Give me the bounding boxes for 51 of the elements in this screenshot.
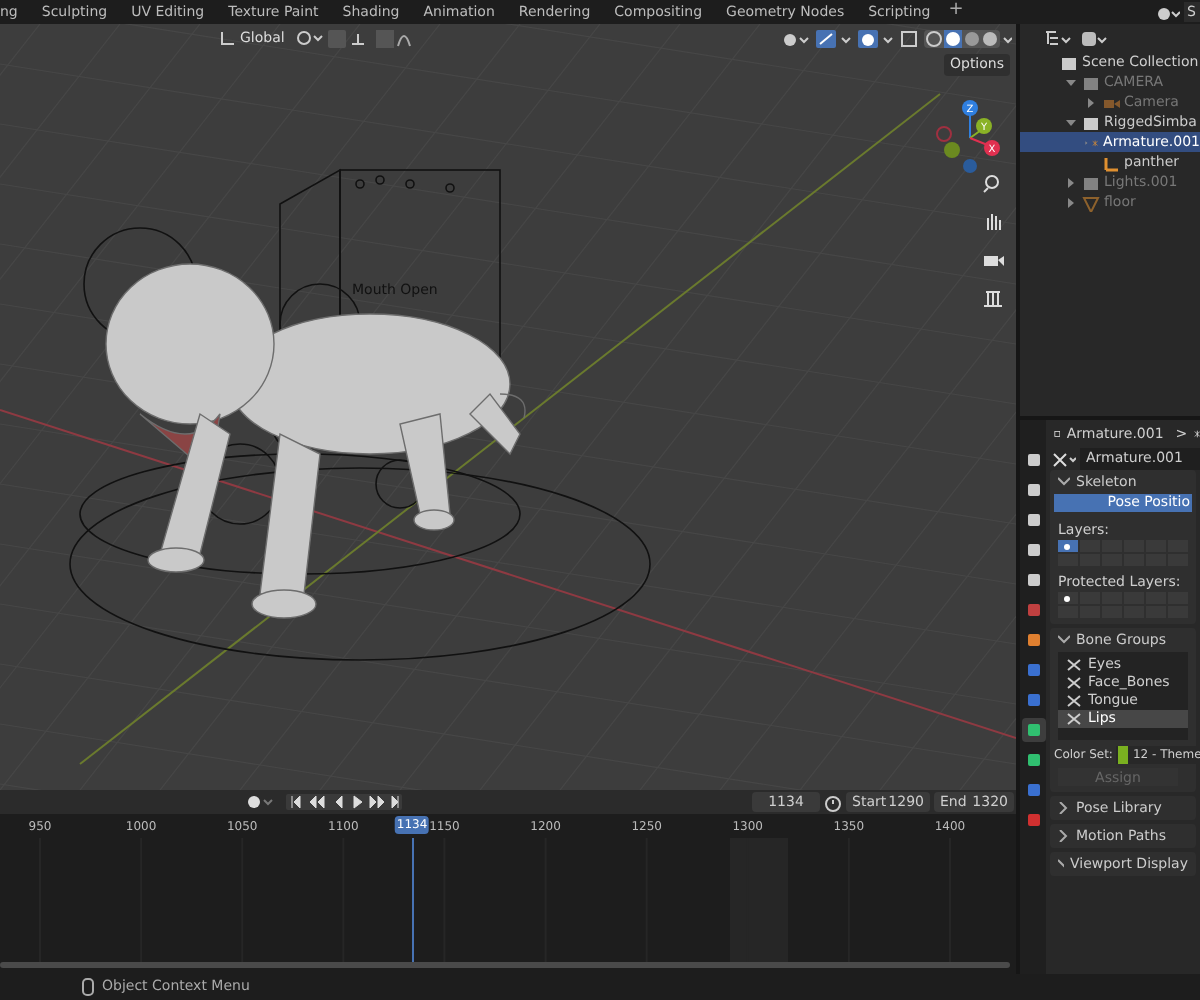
- gizmo-toggle-icon[interactable]: [816, 29, 852, 47]
- armature-data-icon[interactable]: [1052, 451, 1076, 467]
- playback-controls-icon[interactable]: [286, 794, 402, 810]
- armature-object-icon[interactable]: [1054, 426, 1061, 442]
- scene-icon[interactable]: [1155, 3, 1180, 21]
- visibility-icon[interactable]: [782, 29, 810, 47]
- expanded-arrow-icon[interactable]: [1064, 75, 1078, 89]
- collapsed-arrow-icon[interactable]: [1084, 95, 1098, 109]
- armature-data-icon[interactable]: [1193, 426, 1200, 442]
- dot-icon: [1064, 595, 1070, 601]
- bone-icon[interactable]: [1102, 153, 1120, 171]
- add-workspace-button[interactable]: +: [942, 0, 970, 26]
- zoom-icon[interactable]: [982, 172, 1004, 194]
- layer-toggle[interactable]: [1080, 540, 1100, 552]
- record-icon[interactable]: [246, 794, 274, 810]
- expanded-arrow-icon[interactable]: [1064, 115, 1078, 129]
- bone-group-icon[interactable]: [1066, 694, 1082, 708]
- layer-toggle[interactable]: [1058, 592, 1078, 604]
- collection-icon[interactable]: [1082, 173, 1100, 191]
- grid-icon[interactable]: [982, 286, 1004, 308]
- swatch-icon[interactable]: [1118, 745, 1129, 763]
- bone-group-icon[interactable]: [1066, 658, 1082, 672]
- shading-mode-icon[interactable]: [924, 29, 1012, 47]
- layer-toggle[interactable]: [1058, 554, 1078, 566]
- mouse-icon[interactable]: [82, 978, 94, 996]
- stopwatch-icon[interactable]: [824, 793, 842, 811]
- dot-icon: [1064, 543, 1070, 549]
- snap-icon[interactable]: [296, 30, 325, 46]
- mesh-icon[interactable]: [1082, 193, 1100, 211]
- frame-range-highlight: [730, 838, 788, 962]
- chevron-icon: [1058, 830, 1070, 842]
- bone-group-icon[interactable]: [1066, 676, 1082, 690]
- chevron-icon: [1058, 858, 1064, 870]
- layer-toggle[interactable]: [1080, 554, 1100, 566]
- properties-tab[interactable]: [1021, 718, 1045, 742]
- collapsed-arrow-icon[interactable]: [1064, 175, 1078, 189]
- scrollbar[interactable]: [0, 962, 1010, 968]
- axes-icon[interactable]: [220, 30, 236, 46]
- collection-icon[interactable]: [1082, 113, 1100, 131]
- chevron-icon: [1058, 634, 1070, 646]
- xray-icon[interactable]: [900, 29, 918, 47]
- overlay-toggle-icon[interactable]: [858, 29, 894, 47]
- chevron-icon: [1058, 802, 1070, 814]
- bone-group-icon[interactable]: [1066, 712, 1082, 726]
- display-mode-icon[interactable]: [1044, 29, 1072, 47]
- layer-toggle[interactable]: [1058, 540, 1078, 552]
- playhead-line[interactable]: [412, 838, 415, 962]
- chevron-icon: [1058, 476, 1070, 488]
- collapsed-arrow-icon[interactable]: [1064, 195, 1078, 209]
- filter-icon[interactable]: [1080, 29, 1108, 47]
- falloff-icon[interactable]: [376, 29, 413, 47]
